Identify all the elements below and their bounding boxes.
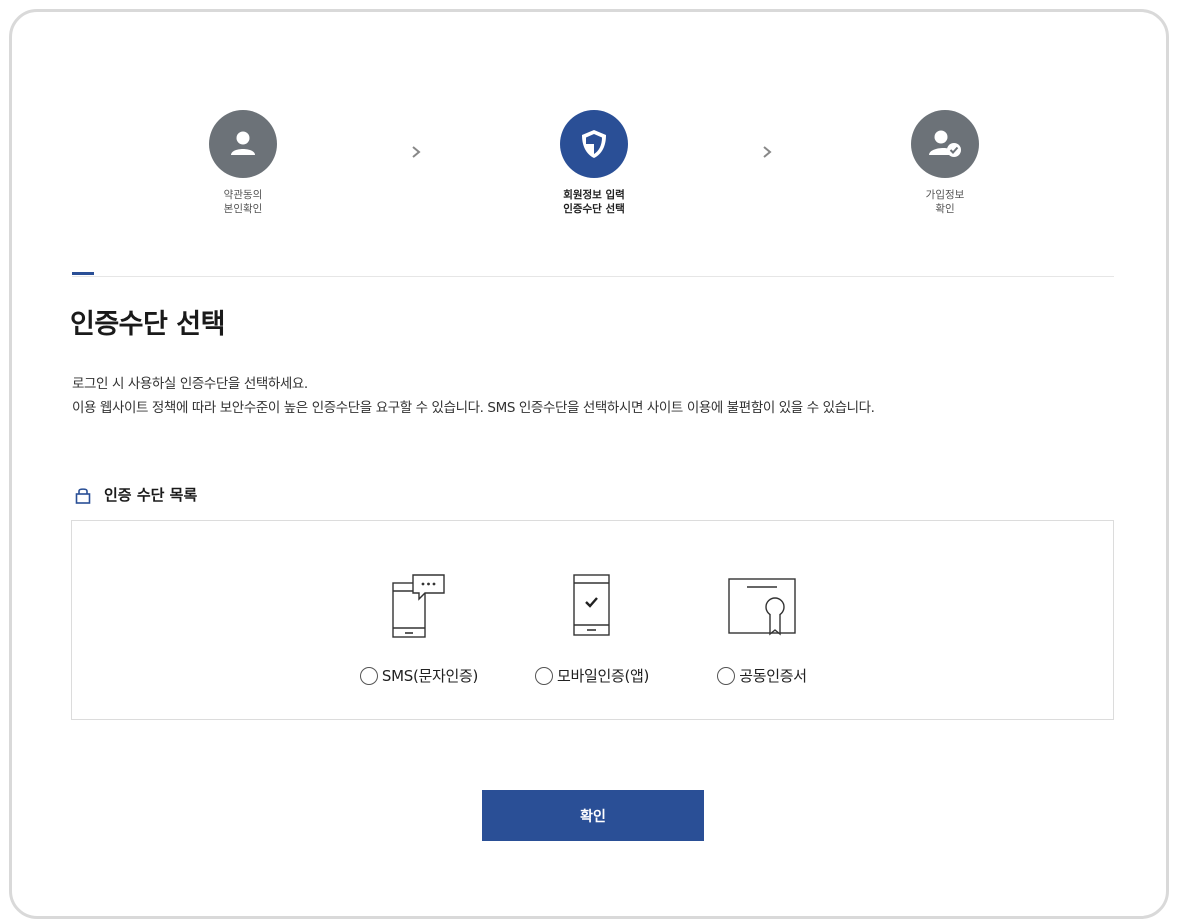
mobile-check-icon bbox=[573, 574, 610, 636]
user-check-icon bbox=[911, 110, 979, 178]
auth-option-certificate[interactable]: 공동인증서 bbox=[702, 571, 822, 686]
step-label-line2: 확인 bbox=[935, 203, 955, 215]
step-label-line1: 약관동의 bbox=[223, 189, 263, 201]
radio-label[interactable]: 공동인증서 bbox=[739, 665, 807, 686]
auth-option-mobile-app[interactable]: 모바일인증(앱) bbox=[512, 571, 672, 686]
description-line: 로그인 시 사용하실 인증수단을 선택하세요. bbox=[72, 376, 308, 392]
auth-list-heading: 인증 수단 목록 bbox=[75, 484, 197, 505]
radio-sms[interactable]: SMS(문자인증) bbox=[344, 665, 494, 686]
user-icon bbox=[209, 110, 277, 178]
chevron-right-icon bbox=[412, 146, 421, 158]
shield-icon bbox=[560, 110, 628, 178]
step-label: 회원정보 입력 인증수단 선택 bbox=[514, 188, 674, 216]
sms-phone-icon bbox=[392, 574, 445, 638]
radio-button[interactable] bbox=[534, 666, 553, 685]
step-member-info: 회원정보 입력 인증수단 선택 bbox=[514, 110, 674, 216]
step-label-line2: 인증수단 선택 bbox=[563, 203, 625, 215]
radio-button[interactable] bbox=[359, 666, 378, 685]
auth-list-title: 인증 수단 목록 bbox=[104, 486, 198, 504]
step-terms-verify: 약관동의 본인확인 bbox=[163, 110, 323, 216]
confirm-button[interactable]: 확인 bbox=[482, 790, 704, 841]
certificate-icon bbox=[728, 578, 796, 636]
radio-certificate[interactable]: 공동인증서 bbox=[702, 665, 822, 686]
auth-method-list: SMS(문자인증) 모바일인증(앱) 공동인증서 bbox=[71, 520, 1114, 720]
divider-accent bbox=[72, 272, 94, 275]
page-title: 인증수단 선택 bbox=[70, 309, 225, 340]
radio-button[interactable] bbox=[717, 666, 736, 685]
radio-label[interactable]: 모바일인증(앱) bbox=[557, 665, 649, 686]
step-label: 약관동의 본인확인 bbox=[163, 188, 323, 216]
description-line: 이용 웹사이트 정책에 따라 보안수준이 높은 인증수단을 요구할 수 있습니다… bbox=[72, 400, 875, 416]
chevron-right-icon bbox=[763, 146, 772, 158]
radio-label[interactable]: SMS(문자인증) bbox=[382, 665, 479, 686]
step-label-line2: 본인확인 bbox=[223, 203, 263, 215]
page-description: 로그인 시 사용하실 인증수단을 선택하세요. 이용 웹사이트 정책에 따라 보… bbox=[72, 372, 875, 420]
step-label: 가입정보 확인 bbox=[865, 188, 1025, 216]
step-label-line1: 회원정보 입력 bbox=[563, 189, 625, 201]
step-confirm-info: 가입정보 확인 bbox=[865, 110, 1025, 216]
radio-mobile-app[interactable]: 모바일인증(앱) bbox=[512, 665, 672, 686]
section-divider bbox=[72, 276, 1114, 277]
step-label-line1: 가입정보 bbox=[925, 189, 965, 201]
step-indicator: 약관동의 본인확인 회원정보 입력 인증수단 선택 가입정보 확인 bbox=[0, 110, 1179, 230]
auth-option-sms[interactable]: SMS(문자인증) bbox=[344, 571, 494, 686]
lock-icon bbox=[75, 487, 91, 504]
